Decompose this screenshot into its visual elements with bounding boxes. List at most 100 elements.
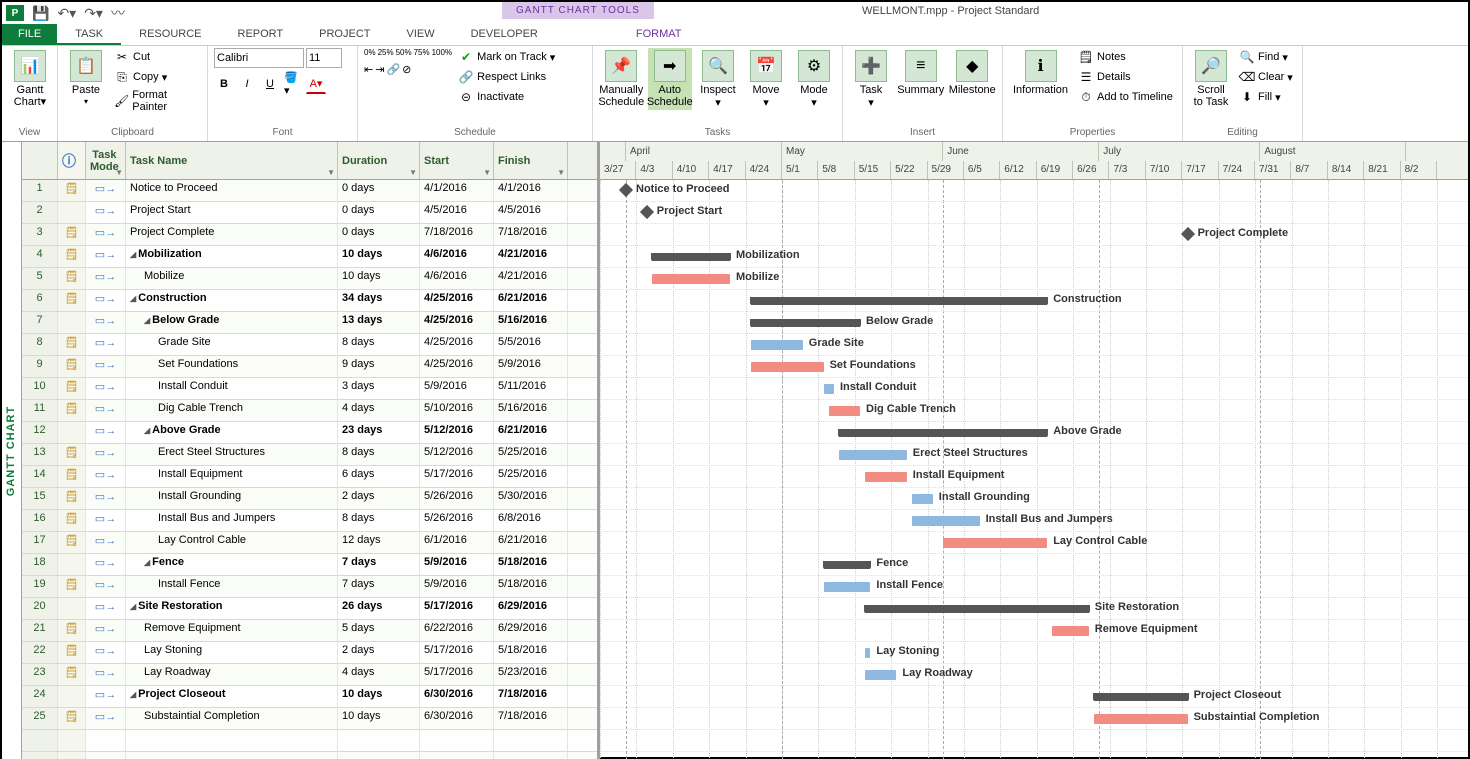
task-bar[interactable] xyxy=(865,670,896,680)
duration-cell[interactable]: 7 days xyxy=(338,554,420,575)
duration-cell[interactable]: 7 days xyxy=(338,576,420,597)
bgcolor-button[interactable]: 🪣▾ xyxy=(283,74,303,94)
task-bar[interactable] xyxy=(652,274,730,284)
task-mode-cell[interactable]: ▭→ xyxy=(86,334,126,355)
row-number[interactable]: 17 xyxy=(22,532,58,553)
task-name-cell[interactable]: Mobilize xyxy=(126,268,338,289)
task-name-cell[interactable]: Install Conduit xyxy=(126,378,338,399)
finish-cell[interactable]: 6/8/2016 xyxy=(494,510,568,531)
milestone-button[interactable]: ◆Milestone xyxy=(949,48,997,98)
duration-cell[interactable]: 8 days xyxy=(338,444,420,465)
row-number[interactable]: 9 xyxy=(22,356,58,377)
redo-icon[interactable]: ↷▾ xyxy=(80,5,107,22)
row-number[interactable]: 5 xyxy=(22,268,58,289)
summary-bar[interactable] xyxy=(839,429,1047,437)
task-mode-cell[interactable]: ▭→ xyxy=(86,356,126,377)
start-cell[interactable]: 6/30/2016 xyxy=(420,708,494,729)
start-cell[interactable]: 6/1/2016 xyxy=(420,532,494,553)
summary-bar[interactable] xyxy=(1094,693,1188,701)
information-button[interactable]: ℹInformation xyxy=(1009,48,1072,98)
summary-bar[interactable] xyxy=(824,561,871,569)
header-task-mode[interactable]: TaskMode▼ xyxy=(86,142,126,179)
scroll-to-task-button[interactable]: 🔎Scrollto Task xyxy=(1189,48,1233,110)
table-row[interactable] xyxy=(22,752,597,759)
row-number[interactable]: 15 xyxy=(22,488,58,509)
activity-icon[interactable]: 〰 xyxy=(107,3,129,23)
summary-bar[interactable] xyxy=(751,319,860,327)
header-finish[interactable]: Finish▼ xyxy=(494,142,568,179)
font-size-combo[interactable] xyxy=(306,48,342,68)
task-bar[interactable] xyxy=(865,472,907,482)
task-name-cell[interactable]: ◢Mobilization xyxy=(126,246,338,267)
table-row[interactable]: 15🗒▭→Install Grounding2 days5/26/20165/3… xyxy=(22,488,597,510)
pct25-button[interactable]: 25% xyxy=(378,48,394,57)
start-cell[interactable]: 4/5/2016 xyxy=(420,202,494,223)
task-mode-cell[interactable]: ▭→ xyxy=(86,202,126,223)
unlink-button[interactable]: ⊘ xyxy=(402,63,411,76)
table-row[interactable]: 23🗒▭→Lay Roadway4 days5/17/20165/23/2016 xyxy=(22,664,597,686)
table-row[interactable]: 19🗒▭→Install Fence7 days5/9/20165/18/201… xyxy=(22,576,597,598)
task-bar[interactable] xyxy=(865,648,870,658)
summary-button[interactable]: ≡Summary xyxy=(897,48,945,98)
indent-button[interactable]: ⇥ xyxy=(375,63,384,76)
start-cell[interactable]: 5/17/2016 xyxy=(420,664,494,685)
row-number[interactable]: 3 xyxy=(22,224,58,245)
table-row[interactable]: 16🗒▭→Install Bus and Jumpers8 days5/26/2… xyxy=(22,510,597,532)
table-row[interactable]: 7▭→◢Below Grade13 days4/25/20165/16/2016 xyxy=(22,312,597,334)
summary-bar[interactable] xyxy=(652,253,730,261)
task-mode-cell[interactable]: ▭→ xyxy=(86,422,126,443)
milestone-marker[interactable] xyxy=(1181,227,1195,241)
task-mode-cell[interactable]: ▭→ xyxy=(86,444,126,465)
table-row[interactable]: 25🗒▭→Substaintial Completion10 days6/30/… xyxy=(22,708,597,730)
duration-cell[interactable]: 5 days xyxy=(338,620,420,641)
task-mode-cell[interactable]: ▭→ xyxy=(86,488,126,509)
start-cell[interactable]: 5/26/2016 xyxy=(420,488,494,509)
view-bar[interactable]: GANTT CHART xyxy=(2,142,22,759)
task-bar[interactable] xyxy=(1094,714,1188,724)
row-number[interactable]: 1 xyxy=(22,180,58,201)
table-row[interactable]: 10🗒▭→Install Conduit3 days5/9/20165/11/2… xyxy=(22,378,597,400)
finish-cell[interactable]: 5/9/2016 xyxy=(494,356,568,377)
inspect-button[interactable]: 🔍Inspect▾ xyxy=(696,48,740,111)
header-start[interactable]: Start▼ xyxy=(420,142,494,179)
start-cell[interactable]: 5/9/2016 xyxy=(420,554,494,575)
pct100-button[interactable]: 100% xyxy=(432,48,452,57)
task-bar[interactable] xyxy=(912,516,980,526)
duration-cell[interactable]: 6 days xyxy=(338,466,420,487)
pct50-button[interactable]: 50% xyxy=(396,48,412,57)
manual-schedule-button[interactable]: 📌ManuallySchedule xyxy=(599,48,644,110)
duration-cell[interactable]: 2 days xyxy=(338,642,420,663)
finish-cell[interactable]: 5/16/2016 xyxy=(494,400,568,421)
row-number[interactable]: 7 xyxy=(22,312,58,333)
task-name-cell[interactable]: Substaintial Completion xyxy=(126,708,338,729)
table-row[interactable]: 18▭→◢Fence7 days5/9/20165/18/2016 xyxy=(22,554,597,576)
format-painter-button[interactable]: 🖌Format Painter xyxy=(112,88,201,114)
row-number[interactable]: 13 xyxy=(22,444,58,465)
task-name-cell[interactable]: ◢Construction xyxy=(126,290,338,311)
notes-button[interactable]: 🗒Notes xyxy=(1076,48,1175,66)
milestone-marker[interactable] xyxy=(619,183,633,197)
row-number[interactable]: 25 xyxy=(22,708,58,729)
duration-cell[interactable]: 10 days xyxy=(338,246,420,267)
table-row[interactable]: 5🗒▭→Mobilize10 days4/6/20164/21/2016 xyxy=(22,268,597,290)
table-row[interactable]: 22🗒▭→Lay Stoning2 days5/17/20165/18/2016 xyxy=(22,642,597,664)
finish-cell[interactable]: 5/23/2016 xyxy=(494,664,568,685)
duration-cell[interactable]: 26 days xyxy=(338,598,420,619)
pct75-button[interactable]: 75% xyxy=(414,48,430,57)
duration-cell[interactable]: 10 days xyxy=(338,708,420,729)
task-mode-cell[interactable]: ▭→ xyxy=(86,224,126,245)
finish-cell[interactable]: 6/21/2016 xyxy=(494,532,568,553)
start-cell[interactable]: 4/6/2016 xyxy=(420,246,494,267)
tab-project[interactable]: PROJECT xyxy=(301,24,388,45)
task-name-cell[interactable]: Install Grounding xyxy=(126,488,338,509)
duration-cell[interactable]: 12 days xyxy=(338,532,420,553)
finish-cell[interactable]: 7/18/2016 xyxy=(494,224,568,245)
task-name-cell[interactable]: Erect Steel Structures xyxy=(126,444,338,465)
clear-button[interactable]: ⌫Clear▾ xyxy=(1237,68,1295,86)
table-row[interactable]: 21🗒▭→Remove Equipment5 days6/22/20166/29… xyxy=(22,620,597,642)
finish-cell[interactable]: 6/21/2016 xyxy=(494,422,568,443)
tab-view[interactable]: VIEW xyxy=(388,24,452,45)
task-mode-cell[interactable]: ▭→ xyxy=(86,268,126,289)
task-name-cell[interactable]: Set Foundations xyxy=(126,356,338,377)
start-cell[interactable]: 4/6/2016 xyxy=(420,268,494,289)
